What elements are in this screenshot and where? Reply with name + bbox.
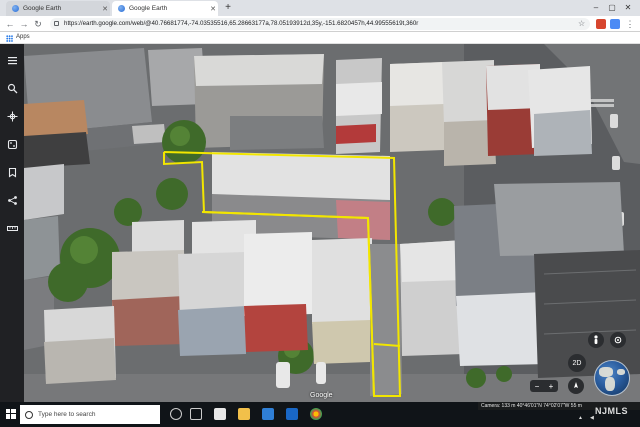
- reload-icon[interactable]: ↻: [32, 18, 44, 30]
- google-logo: Google: [310, 392, 333, 399]
- mail-icon[interactable]: [286, 408, 298, 420]
- bookmark-star-icon[interactable]: ☆: [578, 19, 585, 28]
- extension-icon[interactable]: [596, 19, 606, 29]
- pegman-icon[interactable]: [588, 332, 604, 348]
- maximize-button[interactable]: ▢: [606, 2, 618, 14]
- my-location-icon[interactable]: [610, 332, 626, 348]
- screen: Google Earth ✕ Google Earth ✕ + – ▢ ✕ ← …: [0, 0, 640, 427]
- apps-grid-icon[interactable]: [6, 35, 13, 42]
- store-icon[interactable]: [214, 408, 226, 420]
- feeling-lucky-icon[interactable]: [4, 136, 20, 152]
- tab-google-earth-1[interactable]: Google Earth ✕: [6, 1, 110, 16]
- tab-title: Google Earth: [23, 5, 62, 12]
- tab-close-icon[interactable]: ✕: [208, 5, 218, 13]
- edge-icon[interactable]: [262, 408, 274, 420]
- aerial-imagery: [24, 44, 640, 402]
- network-icon[interactable]: ▲: [578, 410, 583, 427]
- taskbar-search-placeholder: Type here to search: [38, 411, 96, 418]
- njmls-watermark: NJMLS: [595, 406, 629, 416]
- lock-icon: [54, 21, 59, 26]
- tab-title: Google Earth: [129, 5, 168, 12]
- volume-icon[interactable]: ◀: [590, 410, 594, 427]
- browser-toolbar: ← → ↻ https://earth.google.com/web/@40.7…: [0, 16, 640, 32]
- zoom-in-button[interactable]: +: [549, 382, 554, 391]
- view-2d-toggle[interactable]: 2D: [568, 354, 586, 372]
- forward-arrow-icon[interactable]: →: [18, 18, 30, 30]
- new-tab-button[interactable]: +: [222, 2, 234, 14]
- tab-close-icon[interactable]: ✕: [100, 5, 110, 13]
- zoom-out-button[interactable]: −: [535, 382, 540, 391]
- zoom-control: − +: [530, 380, 558, 392]
- back-arrow-icon[interactable]: ←: [4, 18, 16, 30]
- tab-google-earth-2[interactable]: Google Earth ✕: [112, 1, 218, 16]
- share-icon[interactable]: [4, 192, 20, 208]
- minimize-button[interactable]: –: [590, 2, 602, 14]
- menu-icon[interactable]: [4, 52, 20, 68]
- browser-menu-icon[interactable]: ⋮: [624, 18, 636, 30]
- task-view-icon[interactable]: [190, 408, 202, 420]
- chrome-icon[interactable]: [310, 408, 322, 420]
- apps-bookmark[interactable]: Apps: [16, 34, 30, 40]
- satellite-map-view[interactable]: [24, 44, 640, 402]
- search-icon[interactable]: [4, 80, 20, 96]
- compass-icon[interactable]: [568, 378, 584, 394]
- close-window-button[interactable]: ✕: [622, 2, 634, 14]
- extension-icon[interactable]: [610, 19, 620, 29]
- taskbar-search-box[interactable]: Type here to search: [20, 405, 160, 424]
- tab-strip: Google Earth ✕ Google Earth ✕ + – ▢ ✕: [0, 0, 640, 16]
- earth-sidebar: [0, 44, 24, 402]
- windows-start-icon[interactable]: [6, 409, 16, 419]
- cortana-icon[interactable]: [170, 408, 182, 420]
- search-icon: [25, 410, 33, 419]
- file-explorer-icon[interactable]: [238, 408, 250, 420]
- address-bar[interactable]: https://earth.google.com/web/@40.7668177…: [50, 18, 590, 30]
- measure-icon[interactable]: [4, 220, 20, 236]
- bookmarks-bar: Apps: [0, 32, 640, 44]
- voyager-icon[interactable]: [4, 108, 20, 124]
- globe-minimap[interactable]: [594, 360, 630, 396]
- projects-icon[interactable]: [4, 164, 20, 180]
- windows-taskbar: Type here to search: [0, 402, 478, 427]
- earth-favicon-icon: [118, 5, 125, 12]
- earth-favicon-icon: [12, 5, 19, 12]
